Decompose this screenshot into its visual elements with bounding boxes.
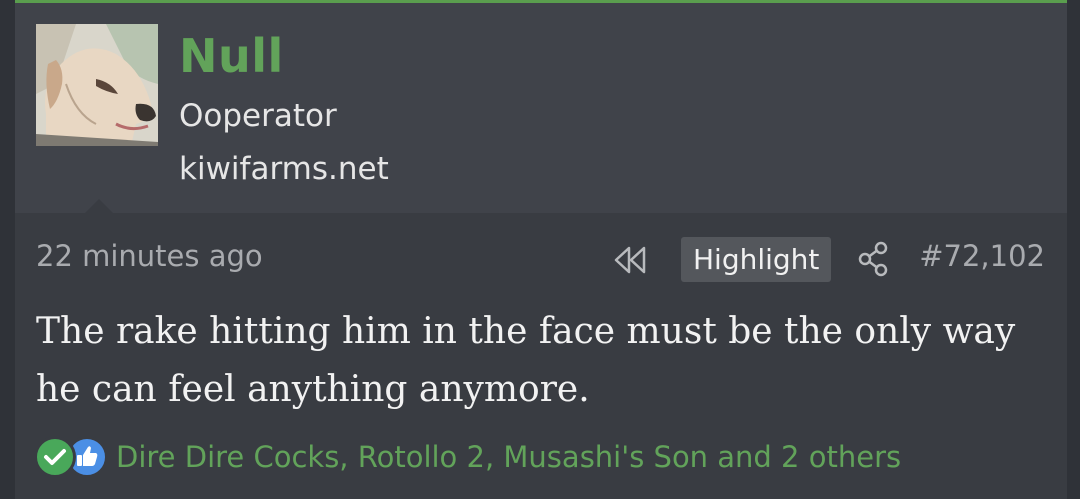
post-number[interactable]: #72,102	[919, 239, 1045, 273]
rewind-icon[interactable]	[613, 245, 649, 275]
user-block-notch	[85, 199, 113, 213]
post-timestamp[interactable]: 22 minutes ago	[36, 239, 263, 273]
user-site: kiwifarms.net	[179, 151, 389, 187]
dog-avatar-image	[36, 24, 158, 146]
post-container: Null Ooperator kiwifarms.net 22 minutes …	[15, 0, 1067, 499]
post-message: The rake hitting him in the face must be…	[36, 311, 1016, 410]
avatar[interactable]	[36, 24, 158, 146]
check-reaction-icon	[34, 436, 76, 478]
user-title: Ooperator	[179, 98, 337, 134]
user-block: Null Ooperator kiwifarms.net	[15, 3, 1067, 213]
share-icon[interactable]	[857, 241, 889, 277]
reaction-names[interactable]: Dire Dire Cocks, Rotollo 2, Musashi's So…	[116, 440, 901, 474]
username[interactable]: Null	[179, 29, 284, 83]
reactions-bar[interactable]: Dire Dire Cocks, Rotollo 2, Musashi's So…	[34, 435, 901, 479]
highlight-button[interactable]: Highlight	[681, 237, 832, 282]
